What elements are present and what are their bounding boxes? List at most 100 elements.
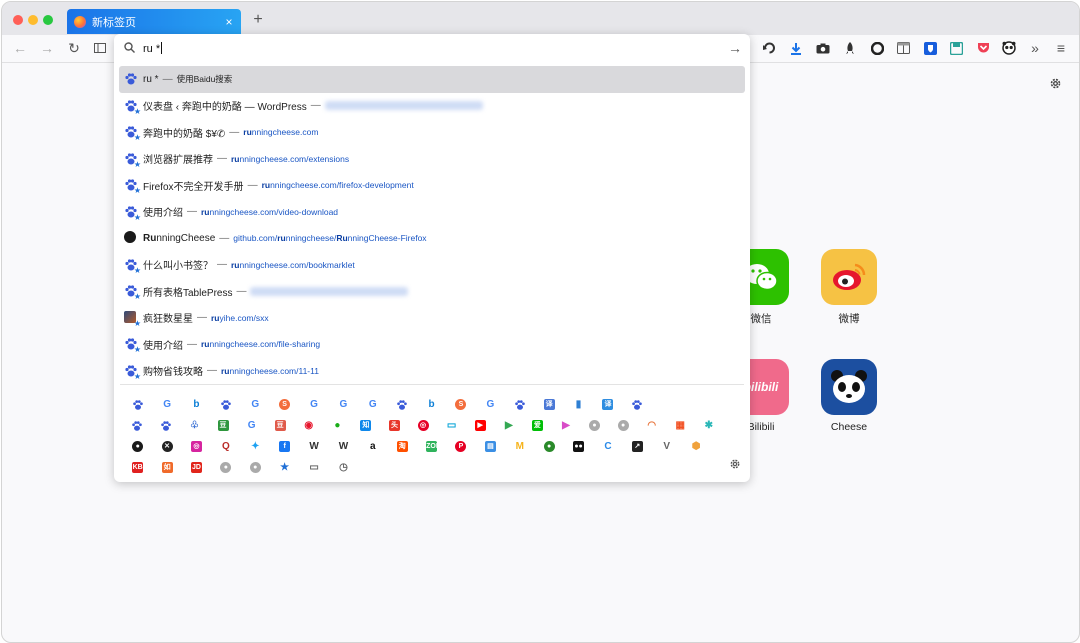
sogou-icon[interactable]: S	[270, 396, 299, 414]
result-row[interactable]: ★ 使用介绍 — runningcheese.com/file-sharing	[119, 331, 745, 358]
search-settings-gear-icon[interactable]	[729, 458, 741, 473]
sidebar-icon[interactable]	[92, 40, 108, 56]
result-row[interactable]: ★ Firefox不完全开发手册 — runningcheese.com/firefo…	[119, 172, 745, 199]
quora-icon[interactable]: Q	[211, 438, 240, 456]
youtube-icon[interactable]: ▶	[466, 417, 495, 435]
douban-book-icon[interactable]: 豆	[266, 417, 295, 435]
google-icon[interactable]: G	[299, 396, 328, 414]
microsoft-icon[interactable]: ▦	[666, 417, 695, 435]
baidu-icon[interactable]	[123, 417, 152, 435]
back-button[interactable]: ←	[11, 39, 29, 57]
arrow-icon[interactable]: ↗	[623, 438, 652, 456]
ublock-icon[interactable]	[869, 40, 885, 56]
toutiao-icon[interactable]: 头	[380, 417, 409, 435]
save-icon[interactable]	[948, 40, 964, 56]
translate-icon[interactable]: 译	[534, 396, 563, 414]
douban-icon[interactable]: 豆	[209, 417, 238, 435]
result-row[interactable]: ★ 仪表盘 ‹ 奔跑中的奶酪 — WordPress —	[119, 93, 745, 120]
new-tab-button[interactable]: +	[250, 11, 266, 29]
baidu-share-icon[interactable]: ♧	[180, 417, 209, 435]
result-row[interactable]: ★ 使用介绍 — runningcheese.com/video-download	[119, 199, 745, 226]
url-input[interactable]: ru * →	[114, 34, 750, 62]
github-icon[interactable]: ●	[123, 438, 152, 456]
zoom-window-button[interactable]	[43, 15, 53, 25]
close-window-button[interactable]	[13, 15, 23, 25]
mi-icon[interactable]: M	[505, 438, 534, 456]
google-icon[interactable]: G	[237, 417, 266, 435]
amazon-icon[interactable]: a	[358, 438, 387, 456]
bing-icon[interactable]: b	[182, 396, 211, 414]
result-row[interactable]: ★ 购物省钱攻略 — runningcheese.com/11-11	[119, 358, 745, 385]
reload-button[interactable]: ↻	[65, 39, 83, 57]
dict-icon[interactable]: ▮	[564, 396, 593, 414]
instagram-icon[interactable]: ◎	[182, 438, 211, 456]
clock-icon[interactable]: ◷	[329, 459, 358, 477]
bilibili-icon[interactable]: ▭	[437, 417, 466, 435]
baidu-icon[interactable]	[123, 396, 152, 414]
result-row[interactable]: ★ 浏览器扩展推荐 — runningcheese.com/extensions	[119, 146, 745, 173]
x-icon[interactable]: ✕	[152, 438, 181, 456]
tab-new-tab[interactable]: 新标签页 ×	[67, 9, 241, 34]
puzzle-icon[interactable]: ✱	[695, 417, 724, 435]
weibo-icon[interactable]: ◉	[294, 417, 323, 435]
result-row[interactable]: ★ 什么叫小书签？ — runningcheese.com/bookmarklet	[119, 252, 745, 279]
hamburger-menu-icon[interactable]: ≡	[1052, 39, 1070, 57]
result-row[interactable]: ru * — 使用Baidu搜索	[119, 66, 745, 93]
medium-icon[interactable]: ●●	[564, 438, 593, 456]
bitwarden-icon[interactable]	[922, 40, 938, 56]
undo-close-tab-icon[interactable]	[761, 40, 777, 56]
sogou-icon[interactable]: S	[446, 396, 475, 414]
google-icon[interactable]: G	[476, 396, 505, 414]
google-icon[interactable]: G	[152, 396, 181, 414]
result-row[interactable]: ★ 所有表格TablePress —	[119, 278, 745, 305]
search-icon[interactable]: ●	[580, 417, 609, 435]
tab-manager-icon[interactable]	[895, 40, 911, 56]
baidu-icon[interactable]	[152, 417, 181, 435]
chrome-c-icon[interactable]: C	[593, 438, 622, 456]
window-icon[interactable]: ▭	[299, 459, 328, 477]
hex-icon[interactable]: ⬢	[681, 438, 710, 456]
url-input-value[interactable]: ru *	[143, 43, 160, 55]
circle-icon[interactable]: ●	[534, 438, 563, 456]
search-icon[interactable]: ●	[609, 417, 638, 435]
v-icon[interactable]: V	[652, 438, 681, 456]
facebook-icon[interactable]: f	[270, 438, 299, 456]
wechat-icon[interactable]: ●	[323, 417, 352, 435]
kyb-icon[interactable]: KB	[123, 459, 152, 477]
baidu-icon[interactable]	[388, 396, 417, 414]
screenshot-icon[interactable]	[815, 40, 831, 56]
shortcut-weibo[interactable]: 微博	[809, 249, 889, 326]
ruyi-icon[interactable]: 如	[152, 459, 181, 477]
taobao-icon[interactable]: 淘	[388, 438, 417, 456]
jd-icon[interactable]: JD	[182, 459, 211, 477]
star-icon[interactable]: ★	[270, 459, 299, 477]
pocket-icon[interactable]	[975, 40, 991, 56]
baidu-icon[interactable]	[623, 396, 652, 414]
rocket-icon[interactable]	[842, 40, 858, 56]
minimize-window-button[interactable]	[28, 15, 38, 25]
result-row[interactable]: ★ 奔跑中的奶酪 $¥✆ — runningcheese.com	[119, 119, 745, 146]
overflow-menu-icon[interactable]: »	[1026, 39, 1044, 57]
panda-icon[interactable]	[1001, 40, 1017, 56]
play-icon[interactable]: ▶	[495, 417, 524, 435]
youku-icon[interactable]: ▶	[552, 417, 581, 435]
wikipedia-icon[interactable]: W	[299, 438, 328, 456]
download-icon[interactable]	[788, 40, 804, 56]
zol-icon[interactable]: ZOL	[417, 438, 446, 456]
page-settings-gear-icon[interactable]	[1049, 77, 1062, 93]
rainbow-icon[interactable]: ◠	[637, 417, 666, 435]
google-icon[interactable]: G	[358, 396, 387, 414]
tab-close-icon[interactable]: ×	[221, 15, 237, 29]
twitter-icon[interactable]: ✦	[241, 438, 270, 456]
icon-icon[interactable]: ▤	[476, 438, 505, 456]
wikipedia-icon[interactable]: W	[329, 438, 358, 456]
google-icon[interactable]: G	[241, 396, 270, 414]
go-arrow-icon[interactable]: →	[728, 40, 742, 56]
shortcut-cheese[interactable]: Cheese	[809, 359, 889, 433]
zhihu-icon[interactable]: 知	[352, 417, 381, 435]
iqiyi-icon[interactable]: 爱	[523, 417, 552, 435]
baidu-icon[interactable]	[211, 396, 240, 414]
forward-button[interactable]: →	[38, 39, 56, 57]
result-row[interactable]: ★ 疯狂数星星 — ruyihe.com/sxx	[119, 305, 745, 332]
baidu-icon[interactable]	[505, 396, 534, 414]
